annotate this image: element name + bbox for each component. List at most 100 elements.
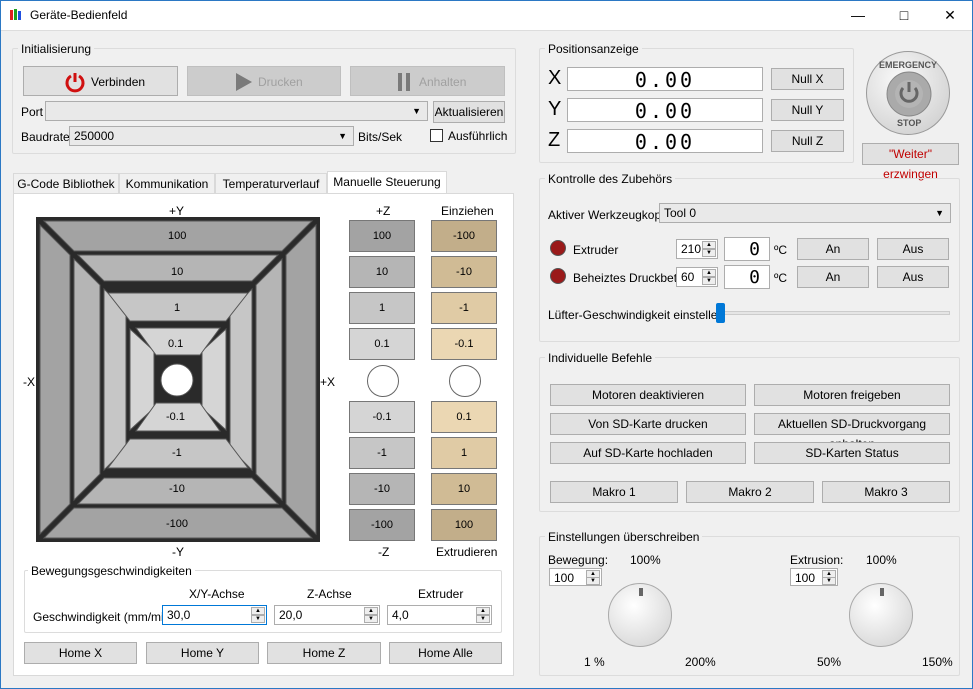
- tool-select[interactable]: Tool 0 ▼: [659, 203, 951, 223]
- init-legend: Initialisierung: [18, 42, 95, 56]
- e-speed-input[interactable]: 4,0 ▲ ▼: [387, 605, 492, 625]
- spin-down-icon[interactable]: ▼: [702, 277, 716, 285]
- y-position-display: 0.00: [567, 98, 763, 123]
- spin-up-icon[interactable]: ▲: [364, 607, 378, 615]
- xy-label-minus-1: -1: [172, 447, 182, 459]
- pause-button[interactable]: Anhalten: [350, 66, 505, 96]
- move-override-input[interactable]: 100 ▲ ▼: [549, 568, 602, 586]
- extrusion-max-label: 150%: [922, 655, 953, 669]
- null-y-button[interactable]: Null Y: [771, 99, 844, 121]
- macro-3-button[interactable]: Makro 3: [822, 481, 950, 503]
- close-icon[interactable]: ✕: [927, 0, 973, 31]
- xy-minus-x-10[interactable]: [73, 257, 101, 502]
- tab-manual-control[interactable]: Manuelle Steuerung: [327, 171, 447, 193]
- spin-up-icon[interactable]: ▲: [251, 607, 265, 615]
- extruder-target-input[interactable]: 210 ▲ ▼: [676, 239, 718, 259]
- home-all-button[interactable]: Home Alle: [389, 642, 502, 664]
- macro-1-button[interactable]: Makro 1: [550, 481, 678, 503]
- z-speed-input[interactable]: 20,0 ▲ ▼: [274, 605, 380, 625]
- e-minus-10-button[interactable]: -10: [431, 256, 497, 288]
- force-continue-button[interactable]: "Weiter" erzwingen: [862, 143, 959, 181]
- maximize-icon[interactable]: □: [881, 0, 927, 31]
- move-percent: 100%: [630, 553, 661, 567]
- minus-x-label: -X: [23, 375, 35, 389]
- spin-down-icon[interactable]: ▼: [586, 577, 600, 585]
- chevron-down-icon: ▼: [935, 208, 944, 218]
- extrusion-override-input[interactable]: 100 ▲ ▼: [790, 568, 838, 586]
- e-minus-1-button[interactable]: -1: [431, 292, 497, 324]
- bed-off-button[interactable]: Aus: [877, 266, 949, 288]
- spin-up-icon[interactable]: ▲: [476, 607, 490, 615]
- xy-center-button[interactable]: [160, 363, 194, 397]
- spin-down-icon[interactable]: ▼: [822, 577, 836, 585]
- fan-slider-track[interactable]: [717, 311, 950, 315]
- z-minus-1-button[interactable]: -1: [349, 437, 415, 469]
- tab-temperature[interactable]: Temperaturverlauf: [215, 173, 327, 194]
- print-button[interactable]: Drucken: [187, 66, 341, 96]
- z-minus-10-button[interactable]: -10: [349, 473, 415, 505]
- refresh-button[interactable]: Aktualisieren: [433, 101, 505, 123]
- extruder-off-button[interactable]: Aus: [877, 238, 949, 260]
- null-z-button[interactable]: Null Z: [771, 130, 844, 152]
- spin-down-icon[interactable]: ▼: [702, 249, 716, 257]
- port-select[interactable]: ▼: [45, 101, 428, 121]
- sd-status-button[interactable]: SD-Karten Status: [754, 442, 950, 464]
- bed-target-input[interactable]: 60 ▲ ▼: [676, 267, 718, 287]
- home-z-button[interactable]: Home Z: [267, 642, 381, 664]
- macro-2-button[interactable]: Makro 2: [686, 481, 814, 503]
- z-center-button[interactable]: [367, 365, 399, 397]
- e-plus-100-button[interactable]: 100: [431, 509, 497, 541]
- baud-select[interactable]: 250000 ▼: [69, 126, 354, 146]
- e-center-button[interactable]: [449, 365, 481, 397]
- xy-minus-x-100[interactable]: [39, 223, 71, 536]
- z-plus-100-button[interactable]: 100: [349, 220, 415, 252]
- play-icon: [236, 73, 252, 91]
- e-plus-0.1-button[interactable]: 0.1: [431, 401, 497, 433]
- xy-plus-x-1[interactable]: [229, 287, 253, 472]
- e-minus-100-button[interactable]: -100: [431, 220, 497, 252]
- spin-up-icon[interactable]: ▲: [702, 241, 716, 249]
- z-minus-100-button[interactable]: -100: [349, 509, 415, 541]
- minimize-icon[interactable]: —: [835, 0, 881, 31]
- e-minus-0.1-button[interactable]: -0.1: [431, 328, 497, 360]
- home-x-button[interactable]: Home X: [24, 642, 137, 664]
- xy-plus-x-10[interactable]: [255, 257, 283, 502]
- tab-gcode-library[interactable]: G-Code Bibliothek: [13, 173, 119, 194]
- fan-slider-handle[interactable]: [716, 303, 725, 323]
- z-minus-0.1-button[interactable]: -0.1: [349, 401, 415, 433]
- spin-down-icon[interactable]: ▼: [476, 615, 490, 623]
- verbose-checkbox[interactable]: [430, 129, 443, 142]
- home-y-button[interactable]: Home Y: [146, 642, 259, 664]
- z-plus-10-button[interactable]: 10: [349, 256, 415, 288]
- motors-on-button[interactable]: Motoren freigeben: [754, 384, 950, 406]
- move-dial[interactable]: [608, 583, 672, 647]
- y-axis-label: Y: [548, 98, 562, 120]
- tab-communication[interactable]: Kommunikation: [119, 173, 215, 194]
- x-position-display: 0.00: [567, 67, 763, 92]
- spin-up-icon[interactable]: ▲: [702, 269, 716, 277]
- xy-label-minus-100: -100: [166, 518, 189, 530]
- bed-on-button[interactable]: An: [797, 266, 869, 288]
- accessory-legend: Kontrolle des Zubehörs: [545, 172, 676, 186]
- sd-upload-button[interactable]: Auf SD-Karte hochladen: [550, 442, 746, 464]
- sd-pause-button[interactable]: Aktuellen SD-Druckvorgang anhalten: [754, 413, 950, 451]
- connect-button[interactable]: Verbinden: [23, 66, 178, 96]
- spin-down-icon[interactable]: ▼: [251, 615, 265, 623]
- null-x-button[interactable]: Null X: [771, 68, 844, 90]
- emergency-stop-button[interactable]: EMERGENCY STOP: [866, 51, 950, 135]
- z-plus-0.1-button[interactable]: 0.1: [349, 328, 415, 360]
- xy-plus-x-100[interactable]: [285, 223, 317, 536]
- xy-speed-input[interactable]: 30,0 ▲ ▼: [162, 605, 267, 625]
- extruder-on-button[interactable]: An: [797, 238, 869, 260]
- spin-down-icon[interactable]: ▼: [364, 615, 378, 623]
- move-dial-marker: [639, 588, 643, 596]
- extrusion-dial[interactable]: [849, 583, 913, 647]
- e-plus-10-button[interactable]: 10: [431, 473, 497, 505]
- speed-row-label: Geschwindigkeit (mm/min): [33, 610, 175, 624]
- sd-print-button[interactable]: Von SD-Karte drucken: [550, 413, 746, 435]
- z-plus-1-button[interactable]: 1: [349, 292, 415, 324]
- xy-speed-value: 30,0: [167, 608, 191, 622]
- e-plus-1-button[interactable]: 1: [431, 437, 497, 469]
- motors-off-button[interactable]: Motoren deaktivieren: [550, 384, 746, 406]
- xy-minus-x-1[interactable]: [103, 287, 127, 472]
